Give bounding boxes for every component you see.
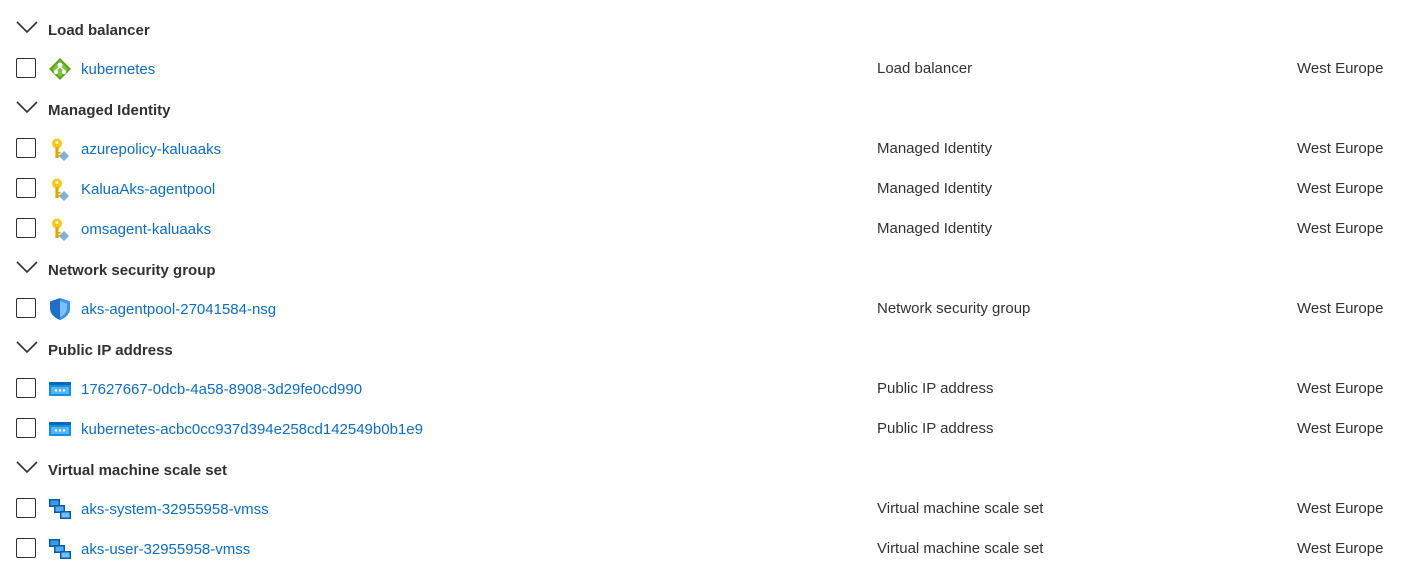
chevron-down-icon[interactable] <box>16 20 38 34</box>
public-ip-icon <box>49 422 71 436</box>
resource-name-link[interactable]: omsagent-kaluaaks <box>81 221 211 238</box>
table-row[interactable]: kubernetes-acbc0cc937d394e258cd142549b0b… <box>0 410 1416 450</box>
group-header-public-ip-address[interactable]: Public IP address <box>0 330 1416 370</box>
group-header-load-balancer[interactable]: Load balancer <box>0 10 1416 50</box>
resource-location: West Europe <box>1297 420 1384 437</box>
resource-location: West Europe <box>1297 300 1384 317</box>
group-title: Network security group <box>48 261 216 279</box>
resource-type: Load balancer <box>877 60 973 77</box>
group-title: Load balancer <box>48 21 150 39</box>
public-ip-icon <box>49 382 71 396</box>
resource-type: Network security group <box>877 300 1031 317</box>
row-checkbox[interactable] <box>16 218 36 238</box>
row-checkbox[interactable] <box>16 498 36 518</box>
table-row[interactable]: KaluaAks-agentpool Managed Identity West… <box>0 170 1416 210</box>
row-checkbox[interactable] <box>16 298 36 318</box>
resource-list: Load balancer kubernetes Load balancer W… <box>0 10 1416 572</box>
table-row[interactable]: aks-system-32955958-vmss Virtual machine… <box>0 490 1416 530</box>
resource-type: Public IP address <box>877 420 994 437</box>
table-row[interactable]: aks-agentpool-27041584-nsg Network secur… <box>0 290 1416 330</box>
network-security-group-icon <box>50 298 70 320</box>
row-checkbox[interactable] <box>16 58 36 78</box>
resource-name-link[interactable]: kubernetes-acbc0cc937d394e258cd142549b0b… <box>81 421 423 438</box>
resource-location: West Europe <box>1297 540 1384 557</box>
group-header-virtual-machine-scale-set[interactable]: Virtual machine scale set <box>0 450 1416 490</box>
group-header-managed-identity[interactable]: Managed Identity <box>0 90 1416 130</box>
row-checkbox[interactable] <box>16 378 36 398</box>
resource-name-link[interactable]: kubernetes <box>81 61 155 78</box>
resource-name-link[interactable]: azurepolicy-kaluaaks <box>81 141 221 158</box>
row-checkbox[interactable] <box>16 418 36 438</box>
resource-location: West Europe <box>1297 140 1384 157</box>
resource-name-link[interactable]: 17627667-0dcb-4a58-8908-3d29fe0cd990 <box>81 381 362 398</box>
resource-location: West Europe <box>1297 180 1384 197</box>
vmss-icon <box>49 539 71 559</box>
resource-name-link[interactable]: aks-user-32955958-vmss <box>81 541 250 558</box>
resource-location: West Europe <box>1297 60 1384 77</box>
resource-type: Public IP address <box>877 380 994 397</box>
row-checkbox[interactable] <box>16 178 36 198</box>
chevron-down-icon[interactable] <box>16 100 38 114</box>
resource-name-link[interactable]: aks-system-32955958-vmss <box>81 501 269 518</box>
resource-name-link[interactable]: aks-agentpool-27041584-nsg <box>81 301 276 318</box>
group-title: Managed Identity <box>48 101 171 119</box>
table-row[interactable]: azurepolicy-kaluaaks Managed Identity We… <box>0 130 1416 170</box>
resource-location: West Europe <box>1297 220 1384 237</box>
group-title: Virtual machine scale set <box>48 461 227 479</box>
group-title: Public IP address <box>48 341 173 359</box>
resource-type: Virtual machine scale set <box>877 540 1044 557</box>
table-row[interactable]: 17627667-0dcb-4a58-8908-3d29fe0cd990 Pub… <box>0 370 1416 410</box>
resource-location: West Europe <box>1297 380 1384 397</box>
resource-type: Managed Identity <box>877 140 993 157</box>
load-balancer-icon <box>49 58 71 80</box>
managed-identity-icon <box>52 218 69 241</box>
resource-name-link[interactable]: KaluaAks-agentpool <box>81 181 215 198</box>
resource-location: West Europe <box>1297 500 1384 517</box>
row-checkbox[interactable] <box>16 138 36 158</box>
row-checkbox[interactable] <box>16 538 36 558</box>
resource-type: Managed Identity <box>877 180 993 197</box>
resource-type: Managed Identity <box>877 220 993 237</box>
chevron-down-icon[interactable] <box>16 460 38 474</box>
managed-identity-icon <box>52 178 69 201</box>
resource-type: Virtual machine scale set <box>877 500 1044 517</box>
group-header-network-security-group[interactable]: Network security group <box>0 250 1416 290</box>
table-row[interactable]: aks-user-32955958-vmss Virtual machine s… <box>0 530 1416 572</box>
vmss-icon <box>49 499 71 519</box>
table-row[interactable]: kubernetes Load balancer West Europe <box>0 50 1416 90</box>
table-row[interactable]: omsagent-kaluaaks Managed Identity West … <box>0 210 1416 250</box>
chevron-down-icon[interactable] <box>16 340 38 354</box>
managed-identity-icon <box>52 138 69 161</box>
chevron-down-icon[interactable] <box>16 260 38 274</box>
